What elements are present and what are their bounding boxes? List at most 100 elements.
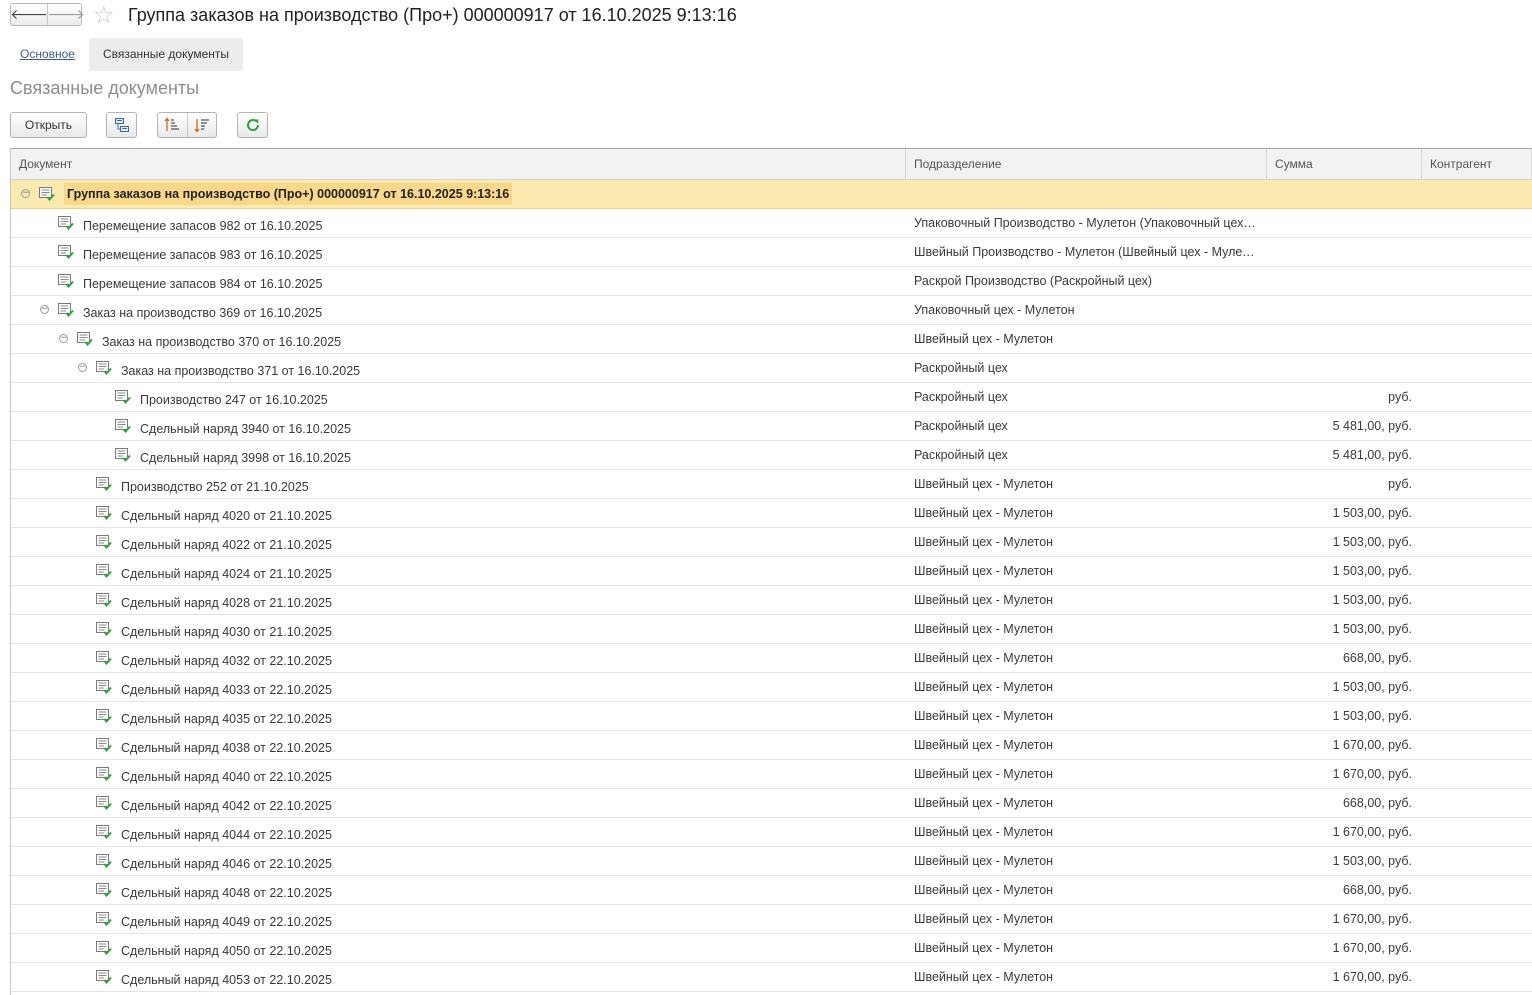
document-link[interactable]: Сдельный наряд 4050 от 22.10.2025 [121,937,332,962]
table-row[interactable]: Сдельный наряд 4042 от 22.10.2025 Швейный… [11,789,1532,818]
table-row[interactable]: Сдельный наряд 4028 от 21.10.2025 Швейный… [11,586,1532,615]
refresh-button[interactable] [237,112,268,138]
document-link[interactable]: Перемещение запасов 984 от 16.10.2025 [83,270,322,295]
document-link[interactable]: Сдельный наряд 4040 от 22.10.2025 [121,763,332,788]
column-header-amount[interactable]: Сумма [1267,149,1422,179]
posted-document-icon [96,854,112,868]
department-cell: Швейный цех - Мулетон [914,767,1054,781]
posted-document-icon [58,274,74,288]
linked-documents-table[interactable]: Документ Подразделение Сумма Контрагент … [10,148,1532,995]
tree-structure-button[interactable] [106,112,137,138]
document-link[interactable]: Группа заказов на производство (Про+) 00… [64,183,513,205]
column-header-counterparty[interactable]: Контрагент [1422,149,1532,179]
sort-ascending-button[interactable] [158,113,188,137]
amount-cell: 668,00, руб. [1342,796,1412,810]
document-link[interactable]: Производство 247 от 16.10.2025 [140,386,328,411]
table-row[interactable]: Сдельный наряд 4048 от 22.10.2025 Швейный… [11,876,1532,905]
table-row[interactable]: Сдельный наряд 3998 от 16.10.2025 Раскрой… [11,441,1532,470]
amount-cell [1267,238,1422,266]
table-row[interactable]: − Заказ на производство 369 от 16.10.2025… [11,296,1532,325]
document-link[interactable]: Сдельный наряд 4032 от 22.10.2025 [121,647,332,672]
document-link[interactable]: Перемещение запасов 982 от 16.10.2025 [83,212,322,237]
document-link[interactable]: Сдельный наряд 4022 от 21.10.2025 [121,531,332,556]
document-link[interactable]: Сдельный наряд 4049 от 22.10.2025 [121,908,332,933]
document-link[interactable]: Сдельный наряд 4048 от 22.10.2025 [121,879,332,904]
posted-document-icon [96,825,112,839]
table-row[interactable]: Сдельный наряд 4050 от 22.10.2025 Швейный… [11,934,1532,963]
table-row[interactable]: Сдельный наряд 4033 от 22.10.2025 Швейный… [11,673,1532,702]
document-link[interactable]: Перемещение запасов 983 от 16.10.2025 [83,241,322,266]
document-link[interactable]: Сдельный наряд 3998 от 16.10.2025 [140,444,351,469]
table-row[interactable]: Сдельный наряд 4046 от 22.10.2025 Швейный… [11,847,1532,876]
department-cell: Швейный цех - Мулетон [914,506,1054,520]
document-link[interactable]: Сдельный наряд 4038 от 22.10.2025 [121,734,332,759]
table-row[interactable]: Сдельный наряд 4020 от 21.10.2025 Швейный… [11,499,1532,528]
table-row[interactable]: Сдельный наряд 4024 от 21.10.2025 Швейный… [11,557,1532,586]
collapse-toggle-icon[interactable]: − [40,305,49,314]
table-header: Документ Подразделение Сумма Контрагент [11,149,1532,180]
table-row[interactable]: Сдельный наряд 4053 от 22.10.2025 Швейный… [11,963,1532,992]
counterparty-cell [1422,905,1532,933]
table-row[interactable]: − Группа заказов на производство (Про+) 0… [11,180,1532,209]
amount-cell: 1 503,00, руб. [1332,535,1412,549]
counterparty-cell [1422,180,1532,208]
document-cell: − Заказ на производство 371 от 16.10.2025 [11,354,906,382]
table-row[interactable]: Сдельный наряд 4032 от 22.10.2025 Швейный… [11,644,1532,673]
table-row[interactable]: Сдельный наряд 4040 от 22.10.2025 Швейный… [11,760,1532,789]
posted-document-icon [96,767,112,781]
document-link[interactable]: Сдельный наряд 4028 от 21.10.2025 [121,589,332,614]
document-link[interactable]: Сдельный наряд 4044 от 22.10.2025 [121,821,332,846]
table-row[interactable]: Перемещение запасов 983 от 16.10.2025 Шве… [11,238,1532,267]
column-header-document[interactable]: Документ [11,149,906,179]
counterparty-cell [1422,354,1532,382]
document-link[interactable]: Сдельный наряд 4042 от 22.10.2025 [121,792,332,817]
counterparty-cell [1422,267,1532,295]
amount-cell: 1 503,00, руб. [1332,709,1412,723]
tab-linked-documents[interactable]: Связанные документы [89,38,243,71]
open-button[interactable]: Открыть [10,112,87,138]
favorite-star-icon[interactable]: ☆ [93,2,115,28]
department-cell: Швейный цех - Мулетон [914,970,1054,984]
posted-document-icon [58,245,74,259]
posted-document-icon [96,622,112,636]
posted-document-icon [96,680,112,694]
table-row[interactable]: Сдельный наряд 4035 от 22.10.2025 Швейный… [11,702,1532,731]
table-row[interactable]: − Заказ на производство 370 от 16.10.2025… [11,325,1532,354]
counterparty-cell [1422,963,1532,991]
back-button[interactable]: 🡐 [10,4,48,25]
table-row[interactable]: Производство 247 от 16.10.2025 Раскройный… [11,383,1532,412]
document-link[interactable]: Сдельный наряд 4053 от 22.10.2025 [121,966,332,991]
collapse-toggle-icon[interactable]: − [78,363,87,372]
document-link[interactable]: Сдельный наряд 4035 от 22.10.2025 [121,705,332,730]
document-link[interactable]: Сдельный наряд 4046 от 22.10.2025 [121,850,332,875]
document-link[interactable]: Производство 252 от 21.10.2025 [121,473,309,498]
department-cell: Швейный цех - Мулетон [914,854,1054,868]
table-row[interactable]: Сдельный наряд 3940 от 16.10.2025 Раскрой… [11,412,1532,441]
counterparty-cell [1422,412,1532,440]
tab-main[interactable]: Основное [20,47,75,61]
document-link[interactable]: Сдельный наряд 4030 от 21.10.2025 [121,618,332,643]
sort-descending-button[interactable] [188,113,217,137]
table-row[interactable]: Сдельный наряд 4044 от 22.10.2025 Швейный… [11,818,1532,847]
document-link[interactable]: Сдельный наряд 3940 от 16.10.2025 [140,415,351,440]
forward-button[interactable]: 🡒 [47,4,85,25]
table-row[interactable]: Перемещение запасов 982 от 16.10.2025 Упа… [11,209,1532,238]
table-row[interactable]: Сдельный наряд 4022 от 21.10.2025 Швейный… [11,528,1532,557]
table-row[interactable]: Сдельный наряд 4038 от 22.10.2025 Швейный… [11,731,1532,760]
table-row[interactable]: Производство 252 от 21.10.2025 Швейный це… [11,470,1532,499]
document-link[interactable]: Заказ на производство 371 от 16.10.2025 [121,357,360,382]
document-link[interactable]: Сдельный наряд 4033 от 22.10.2025 [121,676,332,701]
table-row[interactable]: Сдельный наряд 4030 от 21.10.2025 Швейный… [11,615,1532,644]
collapse-toggle-icon[interactable]: − [21,189,30,198]
column-header-department[interactable]: Подразделение [906,149,1267,179]
document-link[interactable]: Заказ на производство 369 от 16.10.2025 [83,299,322,324]
document-link[interactable]: Заказ на производство 370 от 16.10.2025 [102,328,341,353]
table-row[interactable]: Перемещение запасов 984 от 16.10.2025 Рас… [11,267,1532,296]
document-cell: Сдельный наряд 3998 от 16.10.2025 [11,441,906,469]
table-row[interactable]: Сдельный наряд 4049 от 22.10.2025 Швейный… [11,905,1532,934]
department-cell: Раскройный цех [914,419,1008,433]
document-link[interactable]: Сдельный наряд 4024 от 21.10.2025 [121,560,332,585]
table-row[interactable]: − Заказ на производство 371 от 16.10.2025… [11,354,1532,383]
document-link[interactable]: Сдельный наряд 4020 от 21.10.2025 [121,502,332,527]
collapse-toggle-icon[interactable]: − [59,334,68,343]
